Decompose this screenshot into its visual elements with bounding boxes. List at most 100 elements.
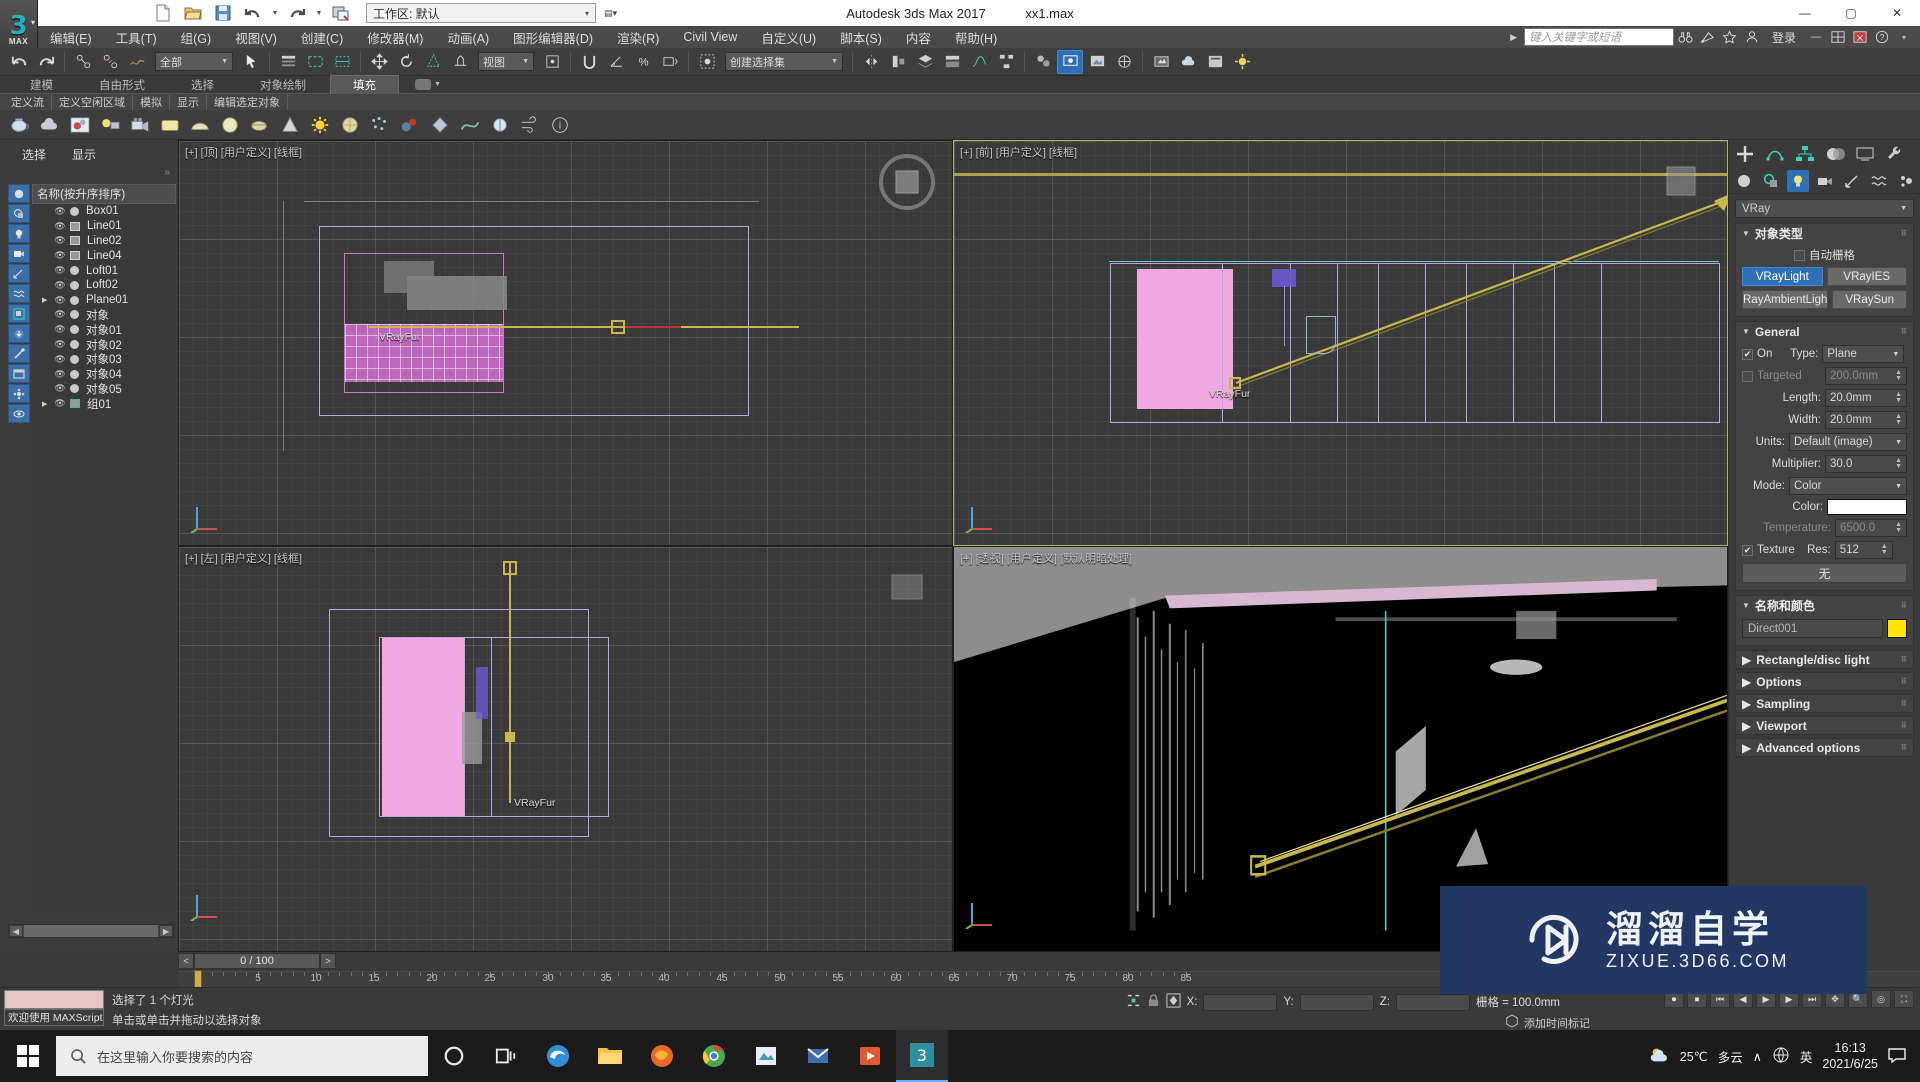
geometry-type-icon[interactable] <box>70 280 79 290</box>
global-illumination-icon[interactable] <box>1229 50 1255 74</box>
maximize-button[interactable]: ▢ <box>1828 0 1874 26</box>
redo-tool-icon[interactable] <box>33 50 59 74</box>
rendered-frame-window-icon[interactable] <box>1084 50 1110 74</box>
light-type-dropdown[interactable]: Plane ▼ <box>1822 345 1905 363</box>
add-time-tag[interactable]: 添加时间标记 <box>1505 1014 1590 1031</box>
selection-lock-icon[interactable] <box>1126 993 1141 1011</box>
scene-explorer-row[interactable]: 👁 对象03 <box>32 352 176 367</box>
render-iterative-icon[interactable] <box>1148 50 1174 74</box>
ribbon-tab-object-paint[interactable]: 对象绘制 <box>238 76 328 94</box>
circle-primitive-icon[interactable] <box>216 112 244 138</box>
info-icon[interactable]: i <box>546 112 574 138</box>
viewcube-front[interactable] <box>1651 151 1711 211</box>
app-menu-caret-icon[interactable]: ▾ <box>31 18 35 27</box>
shape-icon[interactable] <box>486 112 514 138</box>
editor-icon[interactable] <box>740 1030 792 1082</box>
render-setup-icon[interactable] <box>1057 49 1083 74</box>
scene-explorer-tab-display[interactable]: 显示 <box>72 146 96 163</box>
menu-item-help[interactable]: 帮助(H) <box>943 26 1009 49</box>
toolbar-overflow-icon[interactable]: ▤▾ <box>604 8 617 19</box>
minimize-button[interactable]: — <box>1782 0 1828 26</box>
res-spinner[interactable]: 512 ▲ ▼ <box>1834 541 1893 559</box>
scene-explorer-row[interactable]: 👁 对象04 <box>32 367 176 382</box>
material-browser-icon[interactable] <box>66 112 94 138</box>
scene-explorer-column-header[interactable]: 名称(按升序排序) <box>32 184 176 204</box>
light-gizmo-top[interactable] <box>611 320 625 334</box>
geometry-type-icon[interactable] <box>70 340 79 350</box>
ime-language[interactable]: 英 <box>1800 1047 1813 1066</box>
tray-expand-icon[interactable]: ∧ <box>1753 1049 1762 1064</box>
visibility-eye-icon[interactable]: 👁 <box>54 250 66 261</box>
vrayambientlight-button[interactable]: RayAmbientLigh <box>1742 290 1829 309</box>
start-button[interactable] <box>0 1030 56 1082</box>
geometry-type-icon[interactable] <box>70 295 79 305</box>
spinner-snap-icon[interactable] <box>657 50 683 74</box>
rollout-options[interactable]: ▶ Options ⠿ <box>1735 672 1914 691</box>
search-input[interactable]: 键入关键字或短语 <box>1523 28 1674 46</box>
maxscript-input[interactable] <box>4 990 104 1009</box>
menu-item-content[interactable]: 内容 <box>894 26 943 49</box>
filter-geometry-icon[interactable] <box>8 184 30 203</box>
display-tab-icon[interactable] <box>1853 142 1877 166</box>
compound-object-icon[interactable] <box>396 112 424 138</box>
binoculars-icon[interactable] <box>1676 27 1696 47</box>
mirror-icon[interactable] <box>858 50 884 74</box>
close-button[interactable]: ✕ <box>1874 0 1920 26</box>
menu-item-views[interactable]: 视图(V) <box>223 26 289 49</box>
targeted-distance-spinner[interactable]: 200.0mm ▲ ▼ <box>1825 367 1907 385</box>
undo-tool-icon[interactable] <box>6 50 32 74</box>
viewport-top[interactable]: [+] [顶] [用户定义] [线框] VRayFur <box>178 140 953 546</box>
expand-arrow-icon[interactable]: ▶ <box>42 296 50 304</box>
time-slider-key[interactable] <box>194 970 202 988</box>
snap-toggle-icon[interactable] <box>576 50 602 74</box>
ribbon-minimize-icon[interactable] <box>415 79 431 90</box>
scene-explorer-row[interactable]: 👁 Line01 <box>32 219 176 234</box>
z-field[interactable] <box>1395 993 1470 1011</box>
render-production-icon[interactable] <box>1111 50 1137 74</box>
geometry-category-icon[interactable] <box>1733 170 1755 192</box>
viewport-front[interactable]: [+] [前] [用户定义] [线框] VRayFur <box>953 140 1728 546</box>
light-color-swatch[interactable] <box>1827 499 1907 515</box>
viewport-top-label[interactable]: [+] [顶] [用户定义] [线框] <box>185 144 302 160</box>
rollout-viewport[interactable]: ▶ Viewport ⠿ <box>1735 716 1914 735</box>
utilities-tab-icon[interactable] <box>1883 142 1907 166</box>
menu-item-customize[interactable]: 自定义(U) <box>749 26 828 49</box>
on-checkbox[interactable]: ✔ <box>1742 348 1753 360</box>
menu-item-animation[interactable]: 动画(A) <box>435 26 501 49</box>
menu-item-tools[interactable]: 工具(T) <box>104 26 169 49</box>
scroll-right-icon[interactable]: ▶ <box>159 925 173 937</box>
scene-explorer-hscrollbar[interactable]: ◀ ▶ <box>8 924 174 938</box>
geometry-type-icon[interactable] <box>70 310 79 320</box>
rollout-name-color-header[interactable]: ▼ 名称和颜色 ⠿ <box>1736 596 1913 615</box>
taskbar-search[interactable]: 在这里输入你要搜索的内容 <box>56 1036 428 1076</box>
select-object-icon[interactable] <box>238 50 264 74</box>
autogrid-checkbox[interactable] <box>1794 249 1805 261</box>
spinner-arrows-icon[interactable]: ▲ ▼ <box>1895 521 1902 534</box>
media-icon[interactable] <box>844 1030 896 1082</box>
ribbon-toggle-icon[interactable] <box>939 50 965 74</box>
menu-item-rendering[interactable]: 渲染(R) <box>605 26 671 49</box>
modify-tab-icon[interactable] <box>1763 142 1787 166</box>
spinner-arrows-icon[interactable]: ▲ ▼ <box>1881 543 1888 556</box>
open-file-icon[interactable] <box>180 2 206 24</box>
align-icon[interactable] <box>885 50 911 74</box>
visibility-eye-icon[interactable]: 👁 <box>54 295 66 306</box>
current-frame-field[interactable]: 0 / 100 <box>194 953 320 969</box>
menu-item-create[interactable]: 创建(C) <box>289 26 355 49</box>
create-tab-icon[interactable] <box>1733 142 1757 166</box>
cameras-category-icon[interactable] <box>1814 170 1836 192</box>
spinner-arrows-icon[interactable]: ▲ ▼ <box>1895 369 1902 382</box>
width-spinner[interactable]: 20.0mm ▲ ▼ <box>1825 411 1907 429</box>
texture-checkbox[interactable]: ✔ <box>1742 544 1753 556</box>
wind-icon[interactable] <box>516 112 544 138</box>
visibility-eye-icon[interactable]: 👁 <box>54 235 66 246</box>
rollout-object-type-header[interactable]: ▼ 对象类型 ⠿ <box>1736 224 1913 243</box>
ribbon-tab-populate[interactable]: 填充 <box>330 75 399 94</box>
next-frame-button[interactable]: > <box>320 953 336 969</box>
texture-map-button[interactable]: 无 <box>1742 563 1907 583</box>
absolute-relative-icon[interactable] <box>1166 993 1181 1011</box>
ribbon-tab-selection[interactable]: 选择 <box>169 76 236 94</box>
visibility-eye-icon[interactable]: 👁 <box>54 369 66 380</box>
maxscript-mini-listener[interactable]: 欢迎使用 MAXScript <box>4 990 104 1026</box>
set-project-folder-icon[interactable] <box>328 2 354 24</box>
